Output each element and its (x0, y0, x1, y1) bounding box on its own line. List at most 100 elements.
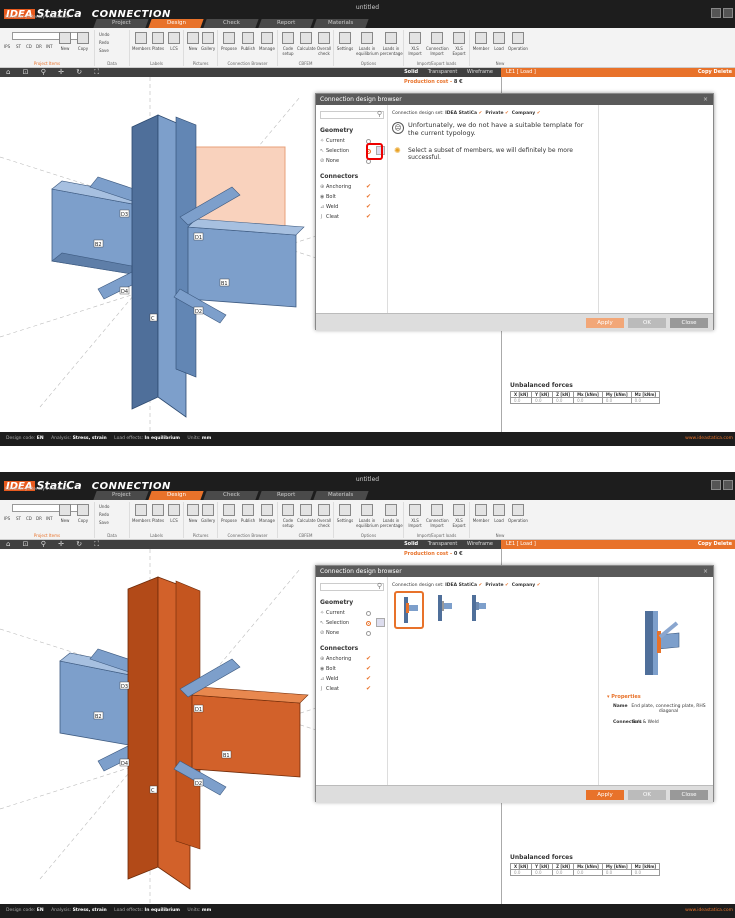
xls-import-button[interactable]: XLS Import (406, 32, 424, 56)
tab-project[interactable]: Project (93, 19, 149, 28)
minimize-button[interactable] (711, 8, 721, 18)
copy-delete-buttons[interactable]: Copy Delete (698, 68, 732, 77)
connector-bolt[interactable]: ◉ Bolt ✔ (320, 665, 384, 674)
code-setup-button[interactable]: Code setup (280, 504, 296, 528)
template-card-2[interactable] (430, 591, 460, 629)
redo-button[interactable]: Redo (99, 40, 109, 45)
tab-materials[interactable]: Materials (313, 19, 369, 28)
dialog-close-icon[interactable]: × (703, 566, 708, 577)
connector-weld[interactable]: ⊿ Weld ✔ (320, 675, 384, 684)
copy-delete-buttons[interactable]: Copy Delete (698, 540, 732, 549)
new-picture-button[interactable]: New (186, 504, 200, 523)
tab-design[interactable]: Design (148, 19, 204, 28)
copy-item-button[interactable]: Copy (76, 504, 90, 523)
properties-heading[interactable]: ▾ Properties (607, 694, 641, 700)
new-operation-button[interactable]: Operation (508, 32, 528, 51)
redo-button[interactable]: Redo (99, 512, 109, 517)
connector-weld[interactable]: ⊿ Weld ✔ (320, 203, 384, 212)
tab-project[interactable]: Project (93, 491, 149, 500)
settings-button[interactable]: Settings (336, 32, 354, 51)
new-member-button[interactable]: Member (472, 504, 490, 523)
manage-button[interactable]: Manage (258, 32, 276, 51)
xls-export-button[interactable]: XLS Export (450, 504, 468, 528)
connector-cleat[interactable]: ⌋ Cleat ✔ (320, 685, 384, 694)
gallery-button[interactable]: Gallery (201, 32, 215, 51)
geometry-none[interactable]: ⊘ None (320, 630, 384, 638)
manage-button[interactable]: Manage (258, 504, 276, 523)
geometry-selection[interactable]: ↖ Selection (320, 618, 385, 628)
save-button[interactable]: Save (99, 48, 109, 53)
transparent-mode-button[interactable]: Transparent (428, 69, 458, 75)
new-item-button[interactable]: New (58, 504, 72, 523)
xls-import-button[interactable]: XLS Import (406, 504, 424, 528)
publish-button[interactable]: Publish (239, 32, 257, 51)
template-search-input[interactable]: ⚲ (320, 582, 384, 591)
solid-mode-button[interactable]: Solid (404, 69, 418, 75)
transparent-mode-button[interactable]: Transparent (428, 541, 458, 547)
propose-button[interactable]: Propose (220, 504, 238, 523)
undo-button[interactable]: Undo (99, 504, 109, 509)
website-link[interactable]: www.ideastatica.com (685, 432, 733, 446)
template-card-3[interactable] (464, 591, 494, 629)
tab-report[interactable]: Report (258, 491, 314, 500)
members-label-button[interactable]: Members (132, 32, 151, 51)
wireframe-mode-button[interactable]: Wireframe (467, 69, 493, 75)
view-tools[interactable]: ⌂ ⊡ ⚲ ✛ ↻ ⛶ (6, 540, 104, 549)
template-search-input[interactable]: ⚲ (320, 110, 384, 119)
ok-button[interactable]: OK (628, 790, 666, 800)
minimize-button[interactable] (711, 480, 721, 490)
loads-in-percentage-button[interactable]: Loads in percentage (380, 32, 403, 56)
new-operation-button[interactable]: Operation (508, 504, 528, 523)
connection-import-button[interactable]: Connection Import (426, 504, 449, 528)
save-button[interactable]: Save (99, 520, 109, 525)
members-label-button[interactable]: Members (132, 504, 151, 523)
calculate-button[interactable]: Calculate (297, 504, 316, 523)
new-picture-button[interactable]: New (186, 32, 200, 51)
dialog-close-icon[interactable]: × (703, 94, 708, 105)
connector-anchoring[interactable]: ⊕ Anchoring ✔ (320, 183, 384, 192)
loads-in-percentage-button[interactable]: Loads in percentage (380, 504, 403, 528)
template-card-1[interactable] (394, 591, 424, 629)
pick-selection-button[interactable] (376, 618, 385, 627)
geometry-current[interactable]: ✧ Current (320, 610, 384, 618)
propose-button[interactable]: Propose (220, 32, 238, 51)
new-load-button[interactable]: Load (491, 504, 507, 523)
code-setup-button[interactable]: Code setup (280, 32, 296, 56)
plates-label-button[interactable]: Plates (150, 504, 166, 523)
close-button[interactable]: Close (670, 790, 708, 800)
connector-bolt[interactable]: ◉ Bolt ✔ (320, 193, 384, 202)
tab-report[interactable]: Report (258, 19, 314, 28)
connector-anchoring[interactable]: ⊕ Anchoring ✔ (320, 655, 384, 664)
overall-check-button[interactable]: Overall check (316, 32, 332, 56)
gallery-button[interactable]: Gallery (201, 504, 215, 523)
apply-button[interactable]: Apply (586, 318, 624, 328)
loads-in-equilibrium-button[interactable]: Loads in equilibrium (356, 504, 379, 528)
undo-button[interactable]: Undo (99, 32, 109, 37)
load-case-label[interactable]: LE1 [ Load ] (506, 540, 536, 549)
lcs-label-button[interactable]: LCS (166, 504, 182, 523)
settings-button[interactable]: Settings (336, 504, 354, 523)
new-member-button[interactable]: Member (472, 32, 490, 51)
ok-button[interactable]: OK (628, 318, 666, 328)
loads-in-equilibrium-button[interactable]: Loads in equilibrium (356, 32, 379, 56)
tab-materials[interactable]: Materials (313, 491, 369, 500)
publish-button[interactable]: Publish (239, 504, 257, 523)
website-link[interactable]: www.ideastatica.com (685, 904, 733, 918)
view-tools[interactable]: ⌂ ⊡ ⚲ ✛ ↻ ⛶ (6, 68, 104, 77)
solid-mode-button[interactable]: Solid (404, 541, 418, 547)
calculate-button[interactable]: Calculate (297, 32, 316, 51)
connector-cleat[interactable]: ⌋ Cleat ✔ (320, 213, 384, 222)
overall-check-button[interactable]: Overall check (316, 504, 332, 528)
tab-check[interactable]: Check (203, 19, 259, 28)
load-case-label[interactable]: LE1 [ Load ] (506, 68, 536, 77)
wireframe-mode-button[interactable]: Wireframe (467, 541, 493, 547)
copy-item-button[interactable]: Copy (76, 32, 90, 51)
apply-button[interactable]: Apply (586, 790, 624, 800)
new-item-button[interactable]: New (58, 32, 72, 51)
plates-label-button[interactable]: Plates (150, 32, 166, 51)
new-load-button[interactable]: Load (491, 32, 507, 51)
xls-export-button[interactable]: XLS Export (450, 32, 468, 56)
maximize-button[interactable] (723, 8, 733, 18)
connection-import-button[interactable]: Connection Import (426, 32, 449, 56)
lcs-label-button[interactable]: LCS (166, 32, 182, 51)
